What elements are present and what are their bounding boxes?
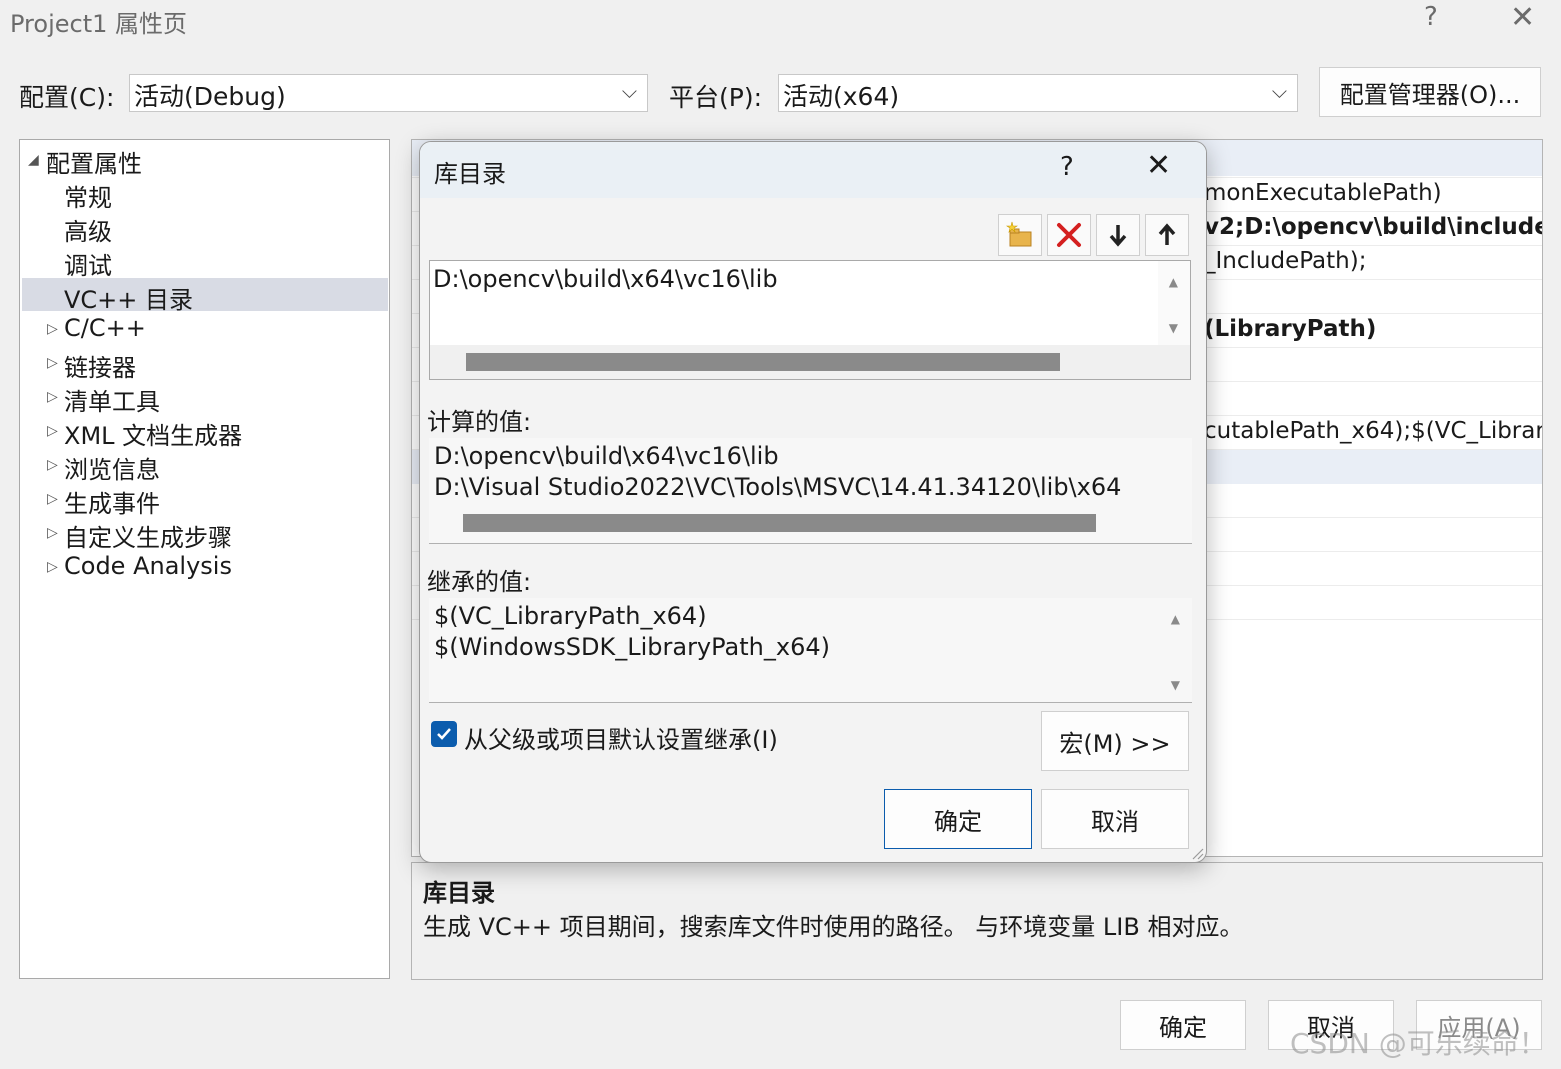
move-down-button[interactable] — [1096, 214, 1140, 256]
grid-value-executable[interactable]: monExecutablePath) — [1204, 180, 1442, 206]
dialog-help-button[interactable]: ? — [1060, 152, 1074, 182]
description-panel: 库目录 生成 VC++ 项目期间，搜索库文件时使用的路径。 与环境变量 LIB … — [411, 862, 1543, 980]
arrow-up-icon — [1158, 223, 1176, 245]
tree-item-vc-directories[interactable]: VC++ 目录 — [64, 280, 193, 315]
scroll-down-arrow-icon[interactable]: ▼ — [1171, 678, 1180, 692]
tree-item-manifest-tool[interactable]: 清单工具 — [64, 382, 160, 417]
inherited-value-line: $(WindowsSDK_LibraryPath_x64) — [434, 633, 830, 661]
expand-triangle-icon[interactable]: ▷ — [47, 525, 58, 541]
window-title: Project1 属性页 — [10, 10, 188, 38]
delete-x-icon — [1057, 223, 1081, 247]
checkmark-icon — [437, 728, 451, 740]
scroll-up-arrow-icon[interactable]: ▲ — [1171, 612, 1180, 626]
collapse-triangle-icon[interactable]: ◢ — [28, 152, 39, 168]
tree-root-config-properties[interactable]: 配置属性 — [46, 144, 142, 179]
horizontal-scrollbar[interactable] — [466, 353, 1060, 371]
tree-item-build-events[interactable]: 生成事件 — [64, 484, 160, 519]
grid-value-library[interactable]: (LibraryPath) — [1204, 316, 1376, 342]
expand-triangle-icon[interactable]: ▷ — [47, 457, 58, 473]
tree-item-linker[interactable]: 链接器 — [64, 348, 136, 383]
inherited-values-label: 继承的值: — [427, 568, 532, 596]
delete-line-button[interactable] — [1047, 214, 1091, 256]
inherit-checkbox-label[interactable]: 从父级或项目默认设置继承(I) — [464, 720, 778, 755]
config-label: 配置(C): — [19, 83, 115, 112]
expand-triangle-icon[interactable]: ▷ — [47, 389, 58, 405]
computed-values-label: 计算的值: — [427, 408, 532, 436]
expand-triangle-icon[interactable]: ▷ — [47, 559, 58, 575]
tree-item-debugging[interactable]: 调试 — [64, 246, 112, 281]
new-folder-icon — [1006, 221, 1032, 247]
resize-grip-icon[interactable] — [1190, 846, 1204, 860]
config-manager-button[interactable]: 配置管理器(O)... — [1319, 67, 1541, 117]
expand-triangle-icon[interactable]: ▷ — [47, 491, 58, 507]
macros-button[interactable]: 宏(M) >> — [1041, 711, 1189, 771]
dialog-close-button[interactable]: ✕ — [1146, 148, 1171, 183]
dialog-cancel-button[interactable]: 取消 — [1041, 789, 1189, 849]
dialog-title: 库目录 — [434, 160, 506, 188]
grid-value-include-path[interactable]: _IncludePath); — [1204, 248, 1366, 274]
computed-values-box: D:\opencv\build\x64\vc16\lib D:\Visual S… — [429, 438, 1192, 544]
move-up-button[interactable] — [1145, 214, 1189, 256]
description-text: 生成 VC++ 项目期间，搜索库文件时使用的路径。 与环境变量 LIB 相对应。 — [423, 913, 1244, 941]
tree-item-general[interactable]: 常规 — [64, 178, 112, 213]
ok-button[interactable]: 确定 — [1120, 1000, 1246, 1050]
scroll-down-arrow-icon[interactable]: ▼ — [1169, 321, 1178, 335]
dialog-titlebar — [420, 142, 1206, 198]
scroll-up-arrow-icon[interactable]: ▲ — [1169, 275, 1178, 289]
window-help-button[interactable]: ? — [1424, 2, 1438, 32]
grid-value-include[interactable]: v2;D:\opencv\build\include; — [1204, 214, 1542, 240]
config-value: 活动(Debug) — [134, 82, 286, 111]
expand-triangle-icon[interactable]: ▷ — [47, 321, 58, 337]
platform-value: 活动(x64) — [783, 82, 900, 111]
expand-triangle-icon[interactable]: ▷ — [47, 355, 58, 371]
directory-list[interactable]: D:\opencv\build\x64\vc16\lib ▲ ▼ — [429, 260, 1191, 380]
dialog-ok-button[interactable]: 确定 — [884, 789, 1032, 849]
computed-value-line: D:\opencv\build\x64\vc16\lib — [434, 442, 779, 470]
horizontal-scrollbar[interactable] — [463, 514, 1096, 532]
description-title: 库目录 — [423, 879, 495, 907]
tree-item-c-cpp[interactable]: C/C++ — [64, 314, 146, 342]
watermark: CSDN @可乐续命！ — [1290, 1027, 1547, 1060]
library-directories-dialog: 库目录 ? ✕ D:\opencv\build\x64\vc16\lib ▲ ▼… — [419, 141, 1207, 863]
grid-value-library-path[interactable]: cutablePath_x64);$(VC_Library — [1204, 418, 1542, 444]
chevron-down-icon: ⌵ — [621, 79, 637, 103]
tree-item-browse-info[interactable]: 浏览信息 — [64, 450, 160, 485]
platform-label: 平台(P): — [669, 83, 763, 112]
tree-item-custom-build-step[interactable]: 自定义生成步骤 — [64, 518, 232, 553]
expand-triangle-icon[interactable]: ▷ — [47, 423, 58, 439]
property-tree: ◢ 配置属性 常规 高级 调试 VC++ 目录 ▷ C/C++ ▷ 链接器 ▷ … — [19, 139, 390, 979]
tree-item-xml-doc-generator[interactable]: XML 文档生成器 — [64, 416, 242, 451]
platform-dropdown[interactable]: 活动(x64) ⌵ — [778, 74, 1298, 112]
arrow-down-icon — [1109, 225, 1127, 247]
inherit-checkbox[interactable] — [431, 721, 457, 747]
config-dropdown[interactable]: 活动(Debug) ⌵ — [129, 74, 648, 112]
window-close-button[interactable]: ✕ — [1510, 0, 1535, 35]
chevron-down-icon: ⌵ — [1271, 79, 1287, 103]
tree-item-advanced[interactable]: 高级 — [64, 212, 112, 247]
inherited-values-box: $(VC_LibraryPath_x64) $(WindowsSDK_Libra… — [429, 598, 1192, 703]
computed-value-line: D:\Visual Studio2022\VC\Tools\MSVC\14.41… — [434, 473, 1122, 501]
tree-item-code-analysis[interactable]: Code Analysis — [64, 552, 232, 580]
directory-entry[interactable]: D:\opencv\build\x64\vc16\lib — [433, 265, 778, 293]
new-line-button[interactable] — [998, 214, 1042, 256]
inherited-value-line: $(VC_LibraryPath_x64) — [434, 602, 707, 630]
